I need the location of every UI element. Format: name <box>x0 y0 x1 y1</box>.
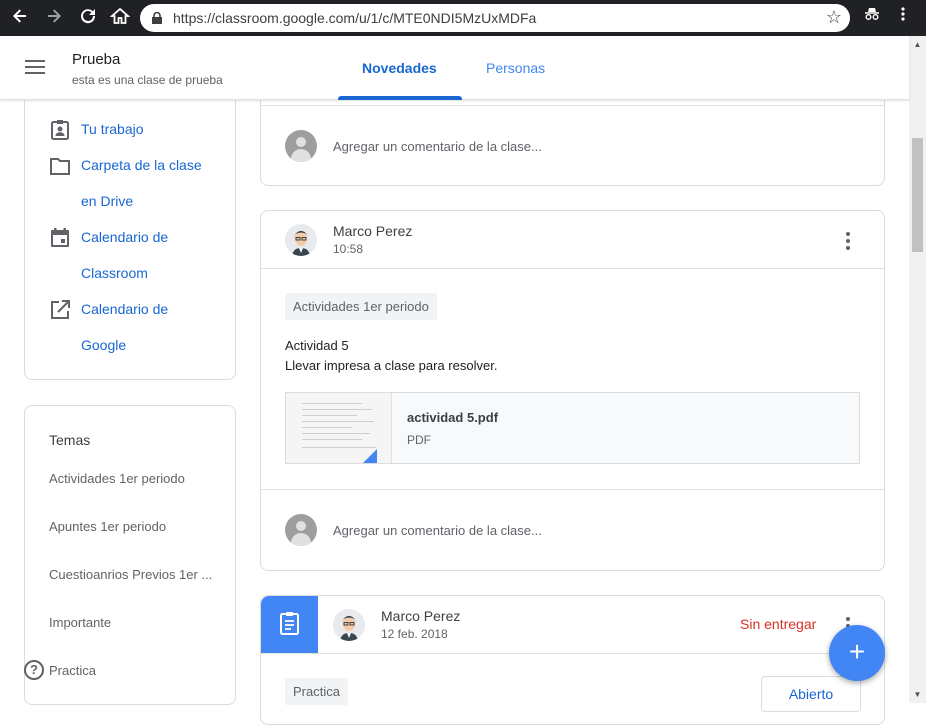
attachment-name[interactable]: actividad 5.pdf <box>407 410 498 425</box>
sidebar-item-label[interactable]: Carpeta de la clase <box>81 157 202 173</box>
class-subtitle: esta es una clase de prueba <box>72 73 223 87</box>
post-body: Llevar impresa a clase para resolver. <box>285 358 498 373</box>
stream-post-previous: Agregar un comentario de la clase... <box>260 90 885 186</box>
topic-item[interactable]: Practica <box>49 663 96 678</box>
scroll-thumb[interactable] <box>912 138 923 252</box>
pdf-thumbnail <box>286 393 392 463</box>
sidebar-item-drive-folder[interactable] <box>49 157 71 177</box>
post-title: Actividad 5 <box>285 338 349 353</box>
address-bar[interactable]: https://classroom.google.com/u/1/c/MTE0N… <box>140 4 850 32</box>
sidebar-item-tu-trabajo[interactable] <box>49 119 71 141</box>
sidebar-item-label[interactable]: Calendario de <box>81 229 168 245</box>
scroll-up-arrow-icon[interactable]: ▲ <box>913 40 922 49</box>
tab-personas[interactable]: Personas <box>486 60 545 76</box>
class-comment-input[interactable]: Agregar un comentario de la clase... <box>333 523 542 538</box>
attachment-type: PDF <box>407 433 431 447</box>
drive-file-corner-icon <box>361 449 377 463</box>
pdf-attachment[interactable]: actividad 5.pdf PDF <box>285 392 860 464</box>
topic-item[interactable]: Cuestioanrios Previos 1er ... <box>49 567 212 582</box>
browser-toolbar: https://classroom.google.com/u/1/c/MTE0N… <box>0 0 926 36</box>
home-icon[interactable] <box>108 6 132 30</box>
classroom-header: Prueba esta es una clase de prueba Noved… <box>0 36 909 100</box>
topic-item[interactable]: Apuntes 1er periodo <box>49 519 166 534</box>
author-name: Marco Perez <box>333 223 413 239</box>
incognito-icon[interactable] <box>864 6 880 27</box>
status-badge: Sin entregar <box>740 616 817 632</box>
topics-heading: Temas <box>49 432 91 448</box>
class-title[interactable]: Prueba <box>72 51 120 68</box>
open-status-button[interactable]: Abierto <box>761 676 861 712</box>
url-text: https://classroom.google.com/u/1/c/MTE0N… <box>173 10 537 26</box>
sidebar-item-label[interactable]: en Drive <box>81 193 133 209</box>
user-avatar-icon <box>285 130 317 162</box>
post-time: 10:58 <box>333 242 364 256</box>
class-comment-bar[interactable]: Agregar un comentario de la clase... <box>261 105 884 185</box>
stream-post-assignment: Marco Perez 12 feb. 2018 Sin entregar Pr… <box>260 595 885 725</box>
class-comment-bar[interactable]: Agregar un comentario de la clase... <box>261 489 884 569</box>
post-divider <box>261 268 884 269</box>
open-in-new-icon <box>49 299 71 321</box>
topic-item[interactable]: Actividades 1er periodo <box>49 471 185 486</box>
sidebar-item-google-calendar[interactable] <box>49 299 71 321</box>
class-comment-input[interactable]: Agregar un comentario de la clase... <box>333 139 542 154</box>
post-date: 12 feb. 2018 <box>381 627 448 641</box>
reload-icon[interactable] <box>76 6 100 30</box>
active-tab-indicator <box>338 96 462 100</box>
stream-post-announcement: Marco Perez 10:58 Actividades 1er period… <box>260 210 885 571</box>
topics-card: Temas Actividades 1er periodo Apuntes 1e… <box>24 405 236 705</box>
calendar-icon <box>49 227 71 249</box>
sidebar-item-label[interactable]: Tu trabajo <box>81 121 144 137</box>
topic-chip[interactable]: Actividades 1er periodo <box>285 293 437 320</box>
sidebar-item-classroom-calendar[interactable] <box>49 227 71 249</box>
folder-icon <box>49 155 71 177</box>
sidebar-item-label[interactable]: Calendario de <box>81 301 168 317</box>
class-links-card: Tu trabajo Carpeta de la clase en Drive … <box>24 80 236 380</box>
topic-item[interactable]: Importante <box>49 615 111 630</box>
hamburger-menu-icon[interactable] <box>25 60 45 76</box>
scroll-down-arrow-icon[interactable]: ▼ <box>913 690 922 699</box>
assignment-icon <box>261 596 318 653</box>
topic-chip[interactable]: Practica <box>285 678 348 705</box>
more-vert-icon[interactable] <box>846 232 850 253</box>
assignment-ind-icon <box>49 119 71 141</box>
author-name: Marco Perez <box>381 608 461 624</box>
more-vert-icon[interactable] <box>900 6 906 27</box>
tab-novedades[interactable]: Novedades <box>362 60 437 76</box>
back-icon[interactable] <box>8 6 32 30</box>
sidebar-item-label[interactable]: Classroom <box>81 265 148 281</box>
bookmark-star-icon[interactable]: ☆ <box>826 7 842 28</box>
post-divider <box>261 653 884 654</box>
forward-icon[interactable] <box>42 6 66 30</box>
author-avatar <box>333 609 365 641</box>
sidebar-item-label[interactable]: Google <box>81 337 126 353</box>
lock-icon <box>152 11 162 24</box>
page-scrollbar[interactable]: ▲ ▼ <box>909 36 926 703</box>
user-avatar-icon <box>285 514 317 546</box>
author-avatar <box>285 224 317 256</box>
help-icon[interactable]: ? <box>24 660 44 680</box>
add-fab-button[interactable]: + <box>829 625 885 681</box>
